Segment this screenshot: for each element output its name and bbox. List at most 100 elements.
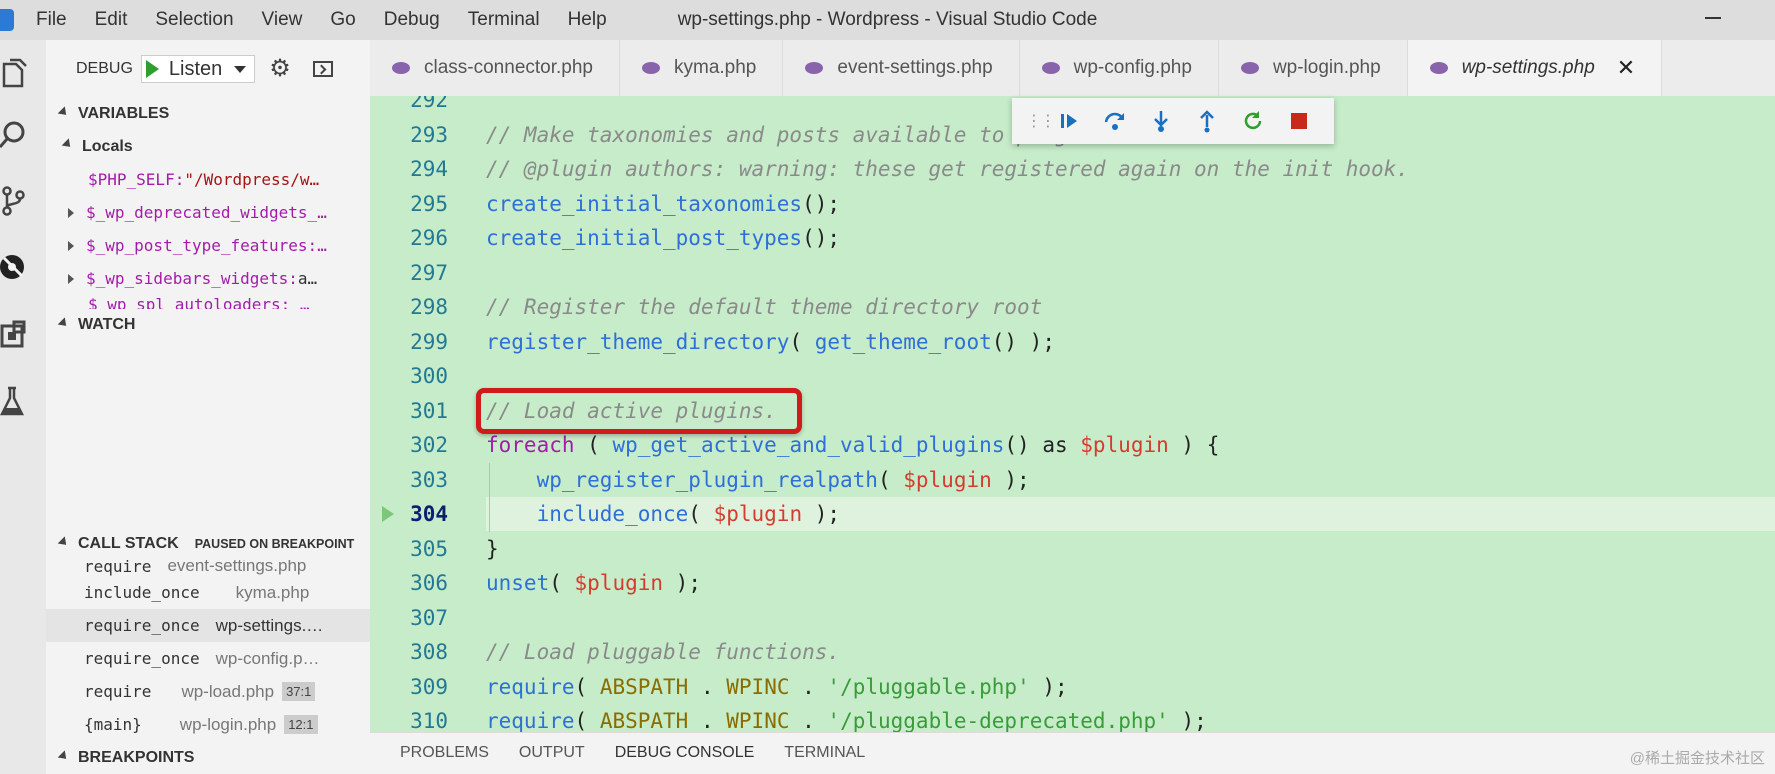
source-control-icon[interactable]: [0, 186, 30, 216]
line-number[interactable]: 308: [370, 640, 448, 664]
drag-grip-icon[interactable]: ⋮⋮: [1026, 111, 1056, 131]
code-text: wp_register_plugin_realpath( $plugin );: [486, 468, 1030, 492]
code-line[interactable]: 294 // @plugin authors: warning: these ge…: [370, 152, 1775, 187]
variable-row[interactable]: $_wp_spl_autoloaders: …: [46, 295, 370, 309]
line-number[interactable]: 298: [370, 295, 448, 319]
stack-frame[interactable]: require_once wp-config.p…: [46, 642, 370, 675]
search-icon[interactable]: [0, 120, 30, 150]
code-token: ();: [802, 226, 841, 251]
line-number[interactable]: 307: [370, 606, 448, 630]
tab-class-connector[interactable]: class-connector.php: [370, 40, 620, 96]
line-number[interactable]: 299: [370, 330, 448, 354]
step-out-button[interactable]: [1184, 98, 1230, 144]
code-line[interactable]: 306 unset( $plugin );: [370, 566, 1775, 601]
tab-kyma[interactable]: kyma.php: [620, 40, 784, 96]
stack-frame[interactable]: require event-settings.php: [46, 560, 370, 576]
menu-file[interactable]: File: [36, 9, 67, 31]
code-editor[interactable]: 292 293// Make taxonomies and posts avail…: [370, 96, 1775, 732]
step-into-button[interactable]: [1138, 98, 1184, 144]
menu-go[interactable]: Go: [330, 9, 355, 31]
menu-debug[interactable]: Debug: [384, 9, 440, 31]
launch-config-select[interactable]: Listen: [140, 55, 256, 83]
tab-wp-config[interactable]: wp-config.php: [1020, 40, 1219, 96]
debug-icon[interactable]: [0, 252, 30, 282]
collapse-icon: [57, 316, 70, 329]
menu-edit[interactable]: Edit: [95, 9, 128, 31]
variables-header[interactable]: VARIABLES: [46, 98, 370, 130]
code-line[interactable]: 299 register_theme_directory( get_theme_r…: [370, 325, 1775, 360]
flask-icon[interactable]: [0, 386, 30, 416]
variable-row[interactable]: $PHP_SELF: "/Wordpress/w…: [46, 163, 370, 196]
step-over-button[interactable]: [1092, 98, 1138, 144]
line-number[interactable]: 295: [370, 192, 448, 216]
line-number[interactable]: 309: [370, 675, 448, 699]
menu-help[interactable]: Help: [568, 9, 607, 31]
variable-row[interactable]: $_wp_deprecated_widgets_…: [46, 196, 370, 229]
tab-event-settings[interactable]: event-settings.php: [783, 40, 1020, 96]
line-number[interactable]: 301: [370, 399, 448, 423]
line-number[interactable]: 296: [370, 226, 448, 250]
menu-selection[interactable]: Selection: [155, 9, 233, 31]
line-number[interactable]: 304: [370, 502, 448, 526]
line-number[interactable]: 310: [370, 709, 448, 732]
frame-function: require_once: [84, 649, 200, 668]
code-line[interactable]: 310 require( ABSPATH . WPINC . '/pluggabl…: [370, 704, 1775, 732]
code-token: require: [486, 674, 575, 699]
stop-button[interactable]: [1276, 98, 1322, 144]
code-text: // Register the default theme directory …: [486, 295, 1042, 319]
line-number[interactable]: 302: [370, 433, 448, 457]
line-number[interactable]: 297: [370, 261, 448, 285]
watch-list[interactable]: [46, 341, 370, 528]
menu-view[interactable]: View: [262, 9, 303, 31]
line-number[interactable]: 294: [370, 157, 448, 181]
code-text: foreach ( wp_get_active_and_valid_plugin…: [486, 433, 1219, 457]
gear-icon[interactable]: ⚙: [269, 57, 291, 81]
tab-wp-settings[interactable]: wp-settings.php ✕: [1407, 40, 1663, 96]
breakpoints-header[interactable]: BREAKPOINTS: [46, 742, 370, 774]
stack-frame[interactable]: {main} wp-login.php 12:1: [46, 708, 370, 741]
variable-row[interactable]: $_wp_sidebars_widgets: a…: [46, 262, 370, 295]
panel-tab-output[interactable]: OUTPUT: [519, 744, 585, 774]
line-number[interactable]: 293: [370, 123, 448, 147]
panel-tab-debug-console[interactable]: DEBUG CONSOLE: [615, 744, 755, 774]
chevron-down-icon[interactable]: [234, 65, 247, 73]
restart-button[interactable]: [1230, 98, 1276, 144]
code-line[interactable]: 307: [370, 601, 1775, 636]
code-line[interactable]: 309 require( ABSPATH . WPINC . '/pluggabl…: [370, 670, 1775, 705]
code-line[interactable]: 295 create_initial_taxonomies();: [370, 187, 1775, 222]
close-icon[interactable]: ✕: [1617, 55, 1635, 81]
start-debugging-icon[interactable]: [145, 60, 159, 78]
vscode-logo-icon: [0, 9, 14, 31]
extensions-icon[interactable]: [0, 320, 30, 350]
debug-console-icon[interactable]: [313, 61, 334, 77]
continue-icon: [1061, 114, 1077, 128]
line-number[interactable]: 306: [370, 571, 448, 595]
code-line[interactable]: 305}: [370, 532, 1775, 567]
line-number[interactable]: 292: [370, 96, 448, 112]
code-line[interactable]: 303 wp_register_plugin_realpath( $plugin…: [370, 463, 1775, 498]
code-line[interactable]: 308 // Load pluggable functions.: [370, 635, 1775, 670]
stop-icon: [1291, 113, 1307, 129]
files-icon[interactable]: [0, 58, 30, 88]
frame-file: wp-config.p…: [215, 648, 320, 668]
callstack-header[interactable]: CALL STACK PAUSED ON BREAKPOINT: [46, 528, 370, 560]
panel-tab-problems[interactable]: PROBLEMS: [400, 744, 489, 774]
code-line[interactable]: 297: [370, 256, 1775, 291]
stack-frame[interactable]: require wp-load.php 37:1: [46, 675, 370, 708]
code-line[interactable]: 298 // Register the default theme directo…: [370, 290, 1775, 325]
variable-row[interactable]: $_wp_post_type_features:…: [46, 229, 370, 262]
panel-tab-terminal[interactable]: TERMINAL: [784, 744, 865, 774]
locals-scope[interactable]: Locals: [46, 130, 370, 163]
line-number[interactable]: 300: [370, 364, 448, 388]
code-line[interactable]: 296 create_initial_post_types();: [370, 221, 1775, 256]
stack-frame[interactable]: include_once kyma.php: [46, 576, 370, 609]
line-number[interactable]: 303: [370, 468, 448, 492]
line-number[interactable]: 305: [370, 537, 448, 561]
stack-frame-selected[interactable]: require_once wp-settings.…: [46, 609, 370, 642]
watch-header[interactable]: WATCH: [46, 309, 370, 341]
code-line[interactable]: 304 include_once( $plugin );: [370, 497, 1775, 532]
menu-terminal[interactable]: Terminal: [468, 9, 540, 31]
continue-button[interactable]: [1046, 98, 1092, 144]
tab-wp-login[interactable]: wp-login.php: [1219, 40, 1408, 96]
minimize-icon[interactable]: [1705, 17, 1721, 19]
